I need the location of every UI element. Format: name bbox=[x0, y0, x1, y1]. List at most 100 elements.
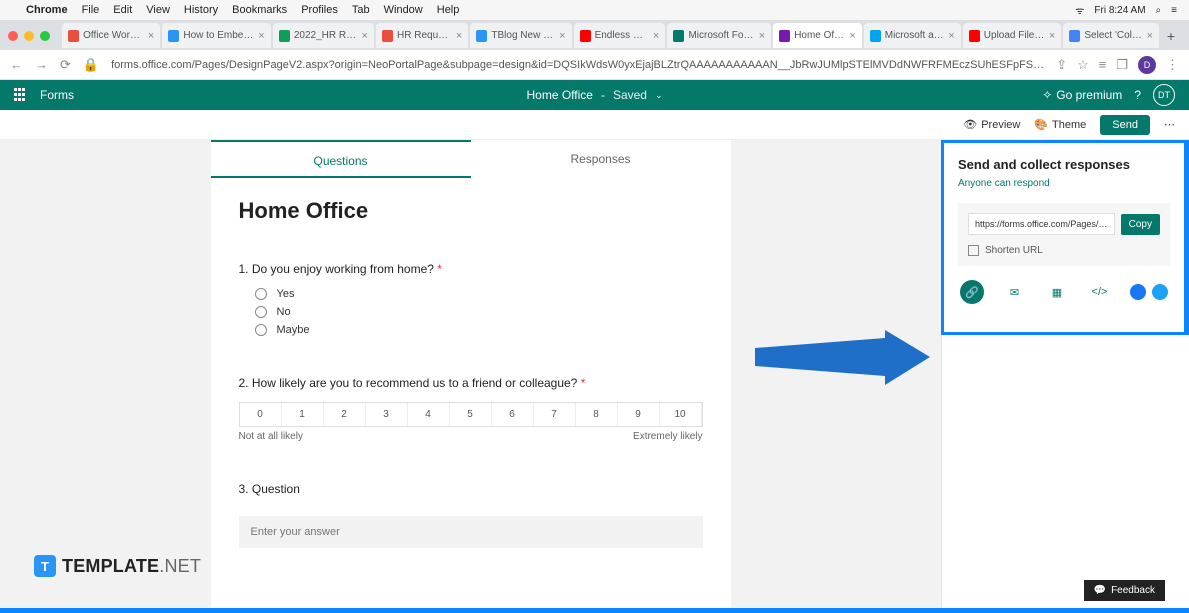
menu-help[interactable]: Help bbox=[437, 4, 460, 16]
browser-tab[interactable]: Office Workers× bbox=[62, 23, 160, 48]
close-tab-icon[interactable]: × bbox=[258, 30, 264, 42]
browser-tab[interactable]: TBlog New Key× bbox=[470, 23, 571, 48]
url-text[interactable]: forms.office.com/Pages/DesignPageV2.aspx… bbox=[111, 59, 1044, 71]
form-title-header[interactable]: Home Office bbox=[526, 88, 592, 102]
extensions-icon[interactable]: ❐ bbox=[1116, 57, 1128, 73]
shorten-checkbox[interactable] bbox=[968, 245, 979, 256]
form-title[interactable]: Home Office bbox=[239, 198, 703, 224]
copy-button[interactable]: Copy bbox=[1121, 214, 1160, 235]
menu-history[interactable]: History bbox=[184, 4, 218, 16]
menu-file[interactable]: File bbox=[82, 4, 100, 16]
close-tab-icon[interactable]: × bbox=[456, 30, 462, 42]
forward-icon[interactable]: → bbox=[35, 57, 48, 72]
browser-tab[interactable]: How to Embed M× bbox=[162, 23, 270, 48]
browser-tab[interactable]: 2022_HR Requ× bbox=[273, 23, 374, 48]
close-tab-icon[interactable]: × bbox=[559, 30, 565, 42]
close-tab-icon[interactable]: × bbox=[653, 30, 659, 42]
reload-icon[interactable]: ⟳ bbox=[60, 57, 71, 73]
browser-tab[interactable]: Microsoft acco× bbox=[864, 23, 961, 48]
browser-tab[interactable]: Microsoft Forms× bbox=[667, 23, 771, 48]
close-window-icon[interactable] bbox=[8, 31, 18, 41]
menu-edit[interactable]: Edit bbox=[113, 4, 132, 16]
app-name[interactable]: Chrome bbox=[26, 4, 68, 16]
more-icon[interactable]: ⋯ bbox=[1164, 118, 1175, 131]
new-tab-button[interactable]: + bbox=[1161, 28, 1181, 44]
menu-tab[interactable]: Tab bbox=[352, 4, 370, 16]
browser-tab[interactable]: Endless Sum× bbox=[574, 23, 666, 48]
palette-icon: 🎨 bbox=[1034, 118, 1048, 131]
nps-cell[interactable]: 2 bbox=[324, 403, 366, 426]
radio-yes[interactable]: Yes bbox=[255, 288, 703, 300]
nps-cell[interactable]: 1 bbox=[282, 403, 324, 426]
close-tab-icon[interactable]: × bbox=[948, 30, 954, 42]
close-tab-icon[interactable]: × bbox=[1147, 30, 1153, 42]
answer-input[interactable] bbox=[239, 516, 703, 548]
nps-cell[interactable]: 10 bbox=[660, 403, 702, 426]
close-tab-icon[interactable]: × bbox=[849, 30, 855, 42]
browser-tab[interactable]: HR Requests× bbox=[376, 23, 468, 48]
radio-icon[interactable] bbox=[255, 288, 267, 300]
app-launcher-icon[interactable] bbox=[14, 88, 28, 102]
qrcode-icon[interactable]: ▦ bbox=[1045, 280, 1069, 304]
menu-profiles[interactable]: Profiles bbox=[301, 4, 338, 16]
radio-icon[interactable] bbox=[255, 306, 267, 318]
user-avatar[interactable]: DT bbox=[1153, 84, 1175, 106]
preview-button[interactable]: 👁 Preview bbox=[963, 118, 1020, 131]
window-controls[interactable] bbox=[8, 31, 50, 41]
menu-bookmarks[interactable]: Bookmarks bbox=[232, 4, 287, 16]
share-icon[interactable]: ⇪ bbox=[1056, 57, 1067, 73]
search-icon[interactable]: ⌕ bbox=[1156, 5, 1162, 16]
panel-subtitle[interactable]: Anyone can respond bbox=[958, 178, 1170, 189]
menu-window[interactable]: Window bbox=[384, 4, 423, 16]
close-tab-icon[interactable]: × bbox=[148, 30, 154, 42]
browser-tab[interactable]: Upload Files in× bbox=[963, 23, 1062, 48]
favicon bbox=[580, 30, 591, 42]
chevron-down-icon[interactable]: ⌄ bbox=[655, 90, 663, 101]
favicon bbox=[1069, 30, 1080, 42]
theme-button[interactable]: 🎨 Theme bbox=[1034, 118, 1086, 131]
facebook-icon[interactable] bbox=[1130, 284, 1146, 300]
back-icon[interactable]: ← bbox=[10, 57, 23, 72]
nps-cell[interactable]: 7 bbox=[534, 403, 576, 426]
kebab-icon[interactable]: ⋮ bbox=[1166, 57, 1179, 73]
diamond-icon: ✧ bbox=[1042, 88, 1052, 102]
twitter-icon[interactable] bbox=[1152, 284, 1168, 300]
nps-cell[interactable]: 6 bbox=[492, 403, 534, 426]
menu-view[interactable]: View bbox=[146, 4, 170, 16]
embed-icon[interactable]: </> bbox=[1088, 280, 1112, 304]
radio-maybe[interactable]: Maybe bbox=[255, 324, 703, 336]
readlist-icon[interactable]: ≡ bbox=[1099, 57, 1107, 72]
close-tab-icon[interactable]: × bbox=[1049, 30, 1055, 42]
nps-cell[interactable]: 8 bbox=[576, 403, 618, 426]
menu-icon[interactable]: ≡ bbox=[1171, 5, 1177, 16]
send-button[interactable]: Send bbox=[1100, 115, 1150, 135]
minimize-window-icon[interactable] bbox=[24, 31, 34, 41]
go-premium-button[interactable]: ✧ Go premium bbox=[1042, 88, 1122, 102]
browser-tab[interactable]: Select 'Collect× bbox=[1063, 23, 1159, 48]
feedback-button[interactable]: 💬 Feedback bbox=[1084, 580, 1165, 601]
browser-tab[interactable]: Home Office× bbox=[773, 23, 862, 48]
nps-cell[interactable]: 5 bbox=[450, 403, 492, 426]
close-tab-icon[interactable]: × bbox=[759, 30, 765, 42]
question-3[interactable]: 3. Question bbox=[239, 482, 703, 548]
forms-brand[interactable]: Forms bbox=[40, 88, 74, 102]
nps-cell[interactable]: 4 bbox=[408, 403, 450, 426]
help-icon[interactable]: ? bbox=[1134, 88, 1141, 102]
nps-cell[interactable]: 0 bbox=[240, 403, 282, 426]
maximize-window-icon[interactable] bbox=[40, 31, 50, 41]
star-icon[interactable]: ☆ bbox=[1077, 57, 1089, 73]
radio-icon[interactable] bbox=[255, 324, 267, 336]
question-2[interactable]: 2. How likely are you to recommend us to… bbox=[239, 376, 703, 442]
tab-questions[interactable]: Questions bbox=[211, 140, 471, 178]
nps-cell[interactable]: 9 bbox=[618, 403, 660, 426]
wifi-icon[interactable]: ᯤ bbox=[1075, 3, 1084, 17]
share-url-field[interactable]: https://forms.office.com/Pages/Resp... bbox=[968, 213, 1115, 235]
nps-cell[interactable]: 3 bbox=[366, 403, 408, 426]
tab-responses[interactable]: Responses bbox=[471, 140, 731, 178]
profile-avatar[interactable]: D bbox=[1138, 56, 1156, 74]
link-icon[interactable]: 🔗 bbox=[960, 280, 984, 304]
radio-no[interactable]: No bbox=[255, 306, 703, 318]
question-1[interactable]: 1. Do you enjoy working from home? * Yes… bbox=[239, 262, 703, 336]
close-tab-icon[interactable]: × bbox=[362, 30, 368, 42]
email-icon[interactable]: ✉ bbox=[1003, 280, 1027, 304]
